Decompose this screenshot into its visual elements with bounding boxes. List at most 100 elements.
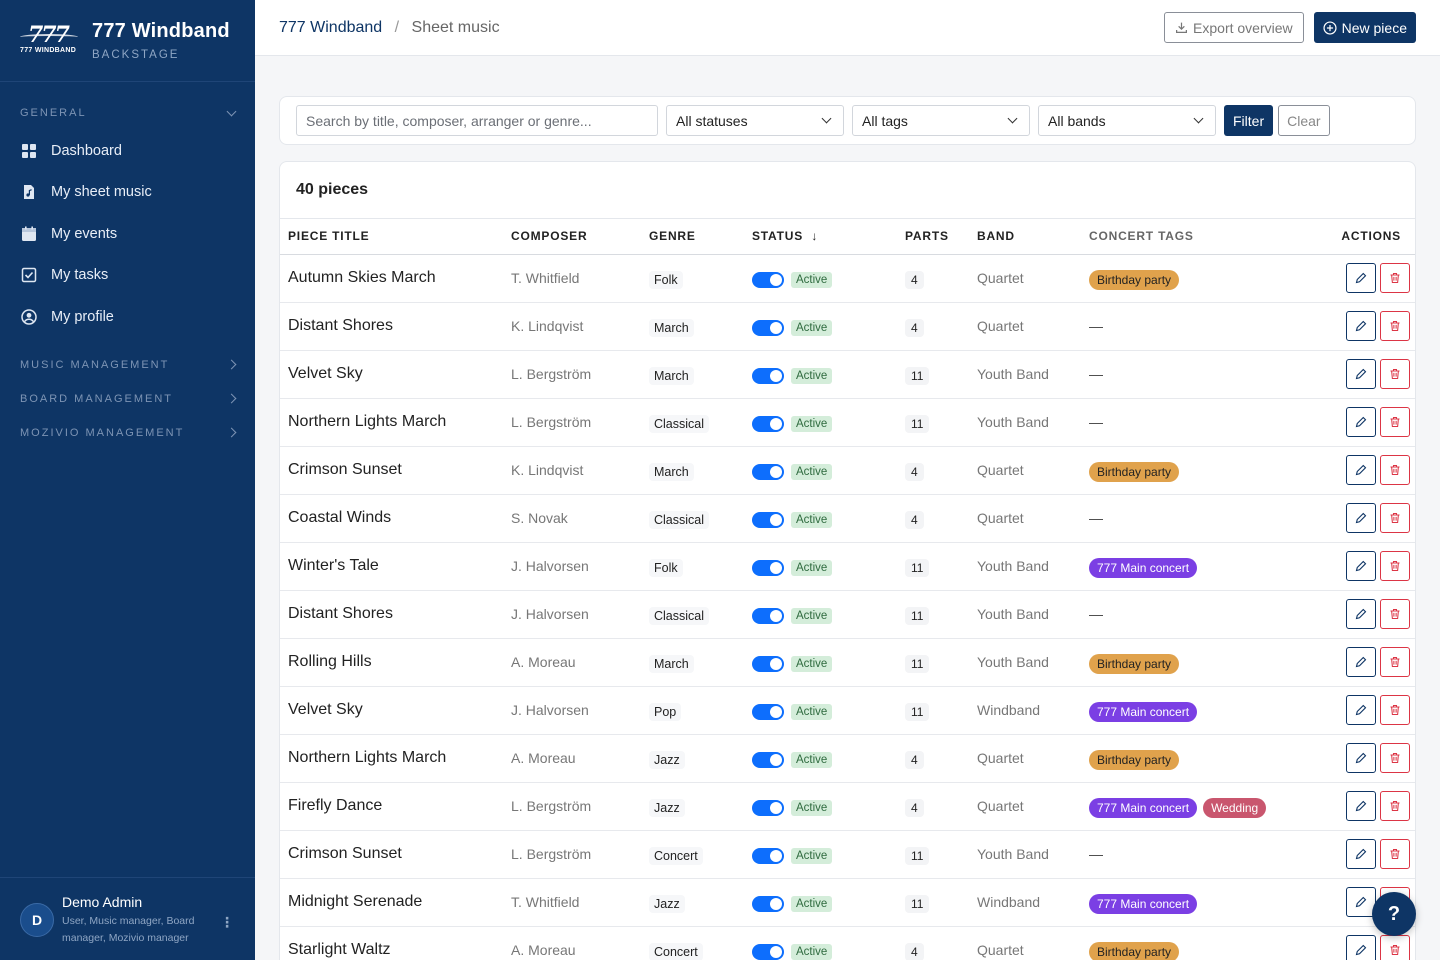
status-toggle[interactable] [752,319,784,336]
sidebar-item-sheet-music[interactable]: My sheet music [0,172,255,214]
sidebar-item-events[interactable]: My events [0,213,255,255]
clear-button[interactable]: Clear [1278,105,1330,136]
concert-tag: 777 Main concert [1089,893,1198,914]
piece-title[interactable]: Winter's Tale [280,542,503,591]
table-row: Velvet Sky L. Bergström March Active 11 Youth… [280,350,1415,399]
delete-button[interactable] [1380,839,1410,869]
table-row: Firefly Dance L. Bergström Jazz Active 4 Quar… [280,782,1415,831]
status-toggle[interactable] [752,271,784,288]
status-toggle[interactable] [752,559,784,576]
sidebar-item-profile[interactable]: My profile [0,296,255,338]
col-header-parts[interactable]: PARTS [897,219,969,255]
piece-title[interactable]: Midnight Serenade [280,878,503,927]
piece-title[interactable]: Autumn Skies March [280,254,503,303]
band: Quartet [969,494,1081,543]
status-toggle[interactable] [752,799,784,816]
edit-button[interactable] [1346,695,1376,725]
piece-title[interactable]: Velvet Sky [280,686,503,735]
delete-button[interactable] [1380,791,1410,821]
parts-badge: 11 [905,414,930,433]
tasks-icon [21,267,37,283]
status-toggle[interactable] [752,463,784,480]
brand[interactable]: 777 777 WINDBAND 777 Windband BACKSTAGE [0,0,255,82]
edit-button[interactable] [1346,407,1376,437]
piece-title[interactable]: Starlight Waltz [280,926,503,960]
edit-button[interactable] [1346,743,1376,773]
edit-button[interactable] [1346,263,1376,293]
band: Youth Band [969,398,1081,447]
piece-title[interactable]: Northern Lights March [280,734,503,783]
piece-title[interactable]: Velvet Sky [280,350,503,399]
delete-button[interactable] [1380,695,1410,725]
edit-button[interactable] [1346,599,1376,629]
delete-button[interactable] [1380,743,1410,773]
filter-button[interactable]: Filter [1224,105,1274,136]
delete-button[interactable] [1380,503,1410,533]
delete-button[interactable] [1380,311,1410,341]
status-toggle[interactable] [752,703,784,720]
piece-title[interactable]: Firefly Dance [280,782,503,831]
status-toggle[interactable] [752,511,784,528]
delete-button[interactable] [1380,359,1410,389]
nav-section-mozivio-management[interactable]: MOZIVIO MANAGEMENT [0,416,255,450]
piece-title[interactable]: Distant Shores [280,590,503,639]
status-toggle[interactable] [752,847,784,864]
composer: A. Moreau [503,926,641,960]
edit-button[interactable] [1346,503,1376,533]
search-input[interactable] [296,105,658,136]
parts-badge: 4 [905,798,924,817]
delete-button[interactable] [1380,263,1410,293]
plus-circle-icon [1323,20,1337,35]
col-header-status[interactable]: STATUS ↓ [744,219,897,255]
status-toggle[interactable] [752,943,784,960]
sidebar-item-dashboard[interactable]: Dashboard [0,130,255,172]
help-button[interactable]: ? [1372,892,1416,936]
export-overview-button[interactable]: Export overview [1164,12,1304,43]
piece-title[interactable]: Northern Lights March [280,398,503,447]
tags-select[interactable]: All tags [852,105,1030,136]
pencil-icon [1355,656,1367,668]
delete-button[interactable] [1380,551,1410,581]
delete-button[interactable] [1380,935,1410,960]
piece-title[interactable]: Distant Shores [280,302,503,351]
bands-select[interactable]: All bands [1038,105,1216,136]
status-toggle[interactable] [752,415,784,432]
status-toggle[interactable] [752,655,784,672]
piece-title[interactable]: Crimson Sunset [280,446,503,495]
composer: L. Bergström [503,782,641,831]
band: Youth Band [969,590,1081,639]
new-piece-button[interactable]: New piece [1313,12,1416,43]
edit-button[interactable] [1346,791,1376,821]
edit-button[interactable] [1346,647,1376,677]
trash-icon [1390,368,1400,380]
piece-title[interactable]: Coastal Winds [280,494,503,543]
edit-button[interactable] [1346,935,1376,960]
piece-title[interactable]: Rolling Hills [280,638,503,687]
status-toggle[interactable] [752,607,784,624]
edit-button[interactable] [1346,455,1376,485]
status-toggle[interactable] [752,895,784,912]
col-header-composer[interactable]: COMPOSER [503,219,641,255]
nav-section-general[interactable]: GENERAL [0,96,255,130]
col-header-genre[interactable]: GENRE [641,219,744,255]
piece-title[interactable]: Crimson Sunset [280,830,503,879]
status-toggle[interactable] [752,751,784,768]
delete-button[interactable] [1380,599,1410,629]
nav-section-board-management[interactable]: BOARD MANAGEMENT [0,382,255,416]
delete-button[interactable] [1380,455,1410,485]
delete-button[interactable] [1380,647,1410,677]
edit-button[interactable] [1346,839,1376,869]
more-options-icon[interactable]: ⋮ [220,914,234,931]
edit-button[interactable] [1346,311,1376,341]
edit-button[interactable] [1346,551,1376,581]
status-select[interactable]: All statuses [666,105,844,136]
nav-section-music-management[interactable]: MUSIC MANAGEMENT [0,348,255,382]
user-box[interactable]: D Demo Admin User, Music manager, Board … [0,877,255,960]
delete-button[interactable] [1380,407,1410,437]
edit-button[interactable] [1346,359,1376,389]
sidebar-item-tasks[interactable]: My tasks [0,255,255,297]
col-header-band[interactable]: BAND [969,219,1081,255]
breadcrumb-root[interactable]: 777 Windband [279,19,382,36]
status-toggle[interactable] [752,367,784,384]
col-header-title[interactable]: PIECE TITLE [280,219,503,255]
